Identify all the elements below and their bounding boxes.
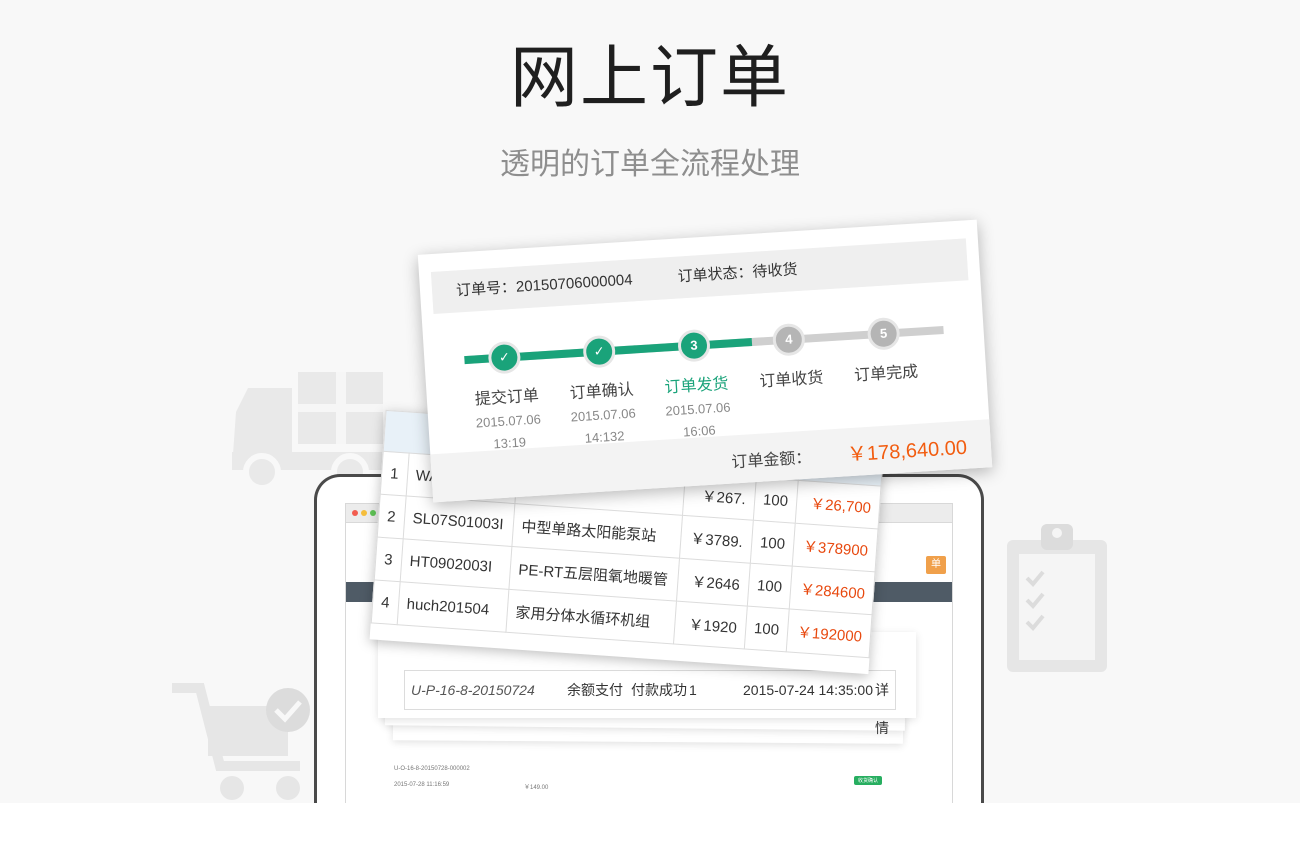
list-item-date: 2015-07-28 11:16:59 ￥149.00 xyxy=(394,782,904,791)
list-item: U-O-16-8-20150728-000002 xyxy=(394,766,904,772)
orange-action-button[interactable]: 单 xyxy=(926,556,946,574)
step-label: 订单完成 xyxy=(853,363,919,385)
step-complete: 5 订单完成 xyxy=(833,315,937,387)
hero-section: 网上订单 透明的订单全流程处理 单 U-O-16-8-20150728-0000… xyxy=(0,0,1300,803)
row-subtotal: ￥284600 xyxy=(789,566,876,615)
step-ship: 3 订单发货 2015.07.06 16:06 xyxy=(643,327,750,443)
row-qty: 100 xyxy=(746,563,793,609)
check-icon: ✓ xyxy=(487,340,522,375)
order-code: U-P-16-8-20150724 xyxy=(411,682,535,698)
order-price: ￥149.00 xyxy=(524,785,549,791)
row-index: 2 xyxy=(377,494,406,539)
step-label: 订单发货 xyxy=(664,375,730,397)
row-qty: 100 xyxy=(749,520,796,567)
check-icon: ✓ xyxy=(582,334,617,369)
row-index: 3 xyxy=(374,537,403,582)
row-subtotal: ￥192000 xyxy=(786,608,873,658)
row-qty: 100 xyxy=(743,606,790,652)
payment-status: 付款成功 xyxy=(631,682,687,698)
row-code: SL07S01003I xyxy=(402,495,515,547)
order-code: U-O-16-8-20150728-000002 xyxy=(394,766,470,772)
row-subtotal: ￥378900 xyxy=(792,523,879,572)
detail-link[interactable]: 详情 xyxy=(875,671,895,747)
order-number: 订单号：20150706000004 xyxy=(455,271,634,300)
step-date: 2015.07.06 xyxy=(665,399,731,419)
step-number-5: 5 xyxy=(866,316,901,351)
amount-label: 订单金额： xyxy=(730,449,812,472)
step-label: 订单确认 xyxy=(569,381,635,403)
order-info-bar: 订单号：20150706000004 订单状态：待收货 xyxy=(430,238,969,314)
row-price: ￥2646 xyxy=(676,558,750,607)
step-date: 2015.07.06 xyxy=(570,405,637,425)
confirm-receipt-button[interactable]: 收货确认 xyxy=(854,776,883,785)
row-price: ￥1920 xyxy=(673,601,747,649)
step-number-4: 4 xyxy=(771,322,806,357)
order-count: 1 xyxy=(689,682,697,698)
clipboard-icon xyxy=(1007,524,1107,672)
step-date: 2015.07.06 xyxy=(475,411,542,431)
step-submit: ✓ 提交订单 2015.07.06 13:19 xyxy=(453,338,560,454)
step-label: 提交订单 xyxy=(474,387,540,409)
row-index: 1 xyxy=(380,451,409,496)
step-label: 订单收货 xyxy=(758,369,824,391)
row-qty: 100 xyxy=(752,477,799,524)
order-time: 2015-07-24 14:35:00 xyxy=(743,682,873,698)
amount-value: ￥178,640.00 xyxy=(846,436,968,467)
order-status-card: 订单号：20150706000004 订单状态：待收货 ✓ 提交订单 2015.… xyxy=(417,219,993,503)
step-confirm: ✓ 订单确认 2015.07.06 14:132 xyxy=(548,333,655,449)
row-code: HT0902003I xyxy=(399,538,512,590)
shopping-cart-icon xyxy=(172,683,310,800)
step-number-3: 3 xyxy=(677,328,711,363)
step-receive: 4 订单收货 xyxy=(738,321,842,393)
row-subtotal: ￥26,700 xyxy=(795,480,882,529)
order-status: 订单状态：待收货 xyxy=(677,261,798,286)
row-price: ￥3789. xyxy=(679,515,753,564)
page-title: 网上订单 xyxy=(509,40,790,116)
order-date: 2015-07-28 11:16:59 xyxy=(394,782,450,788)
payment-method: 余额支付 xyxy=(567,682,623,698)
row-code: huch201504 xyxy=(396,581,509,633)
row-index: 4 xyxy=(371,579,400,625)
page-subtitle: 透明的订单全流程处理 xyxy=(500,148,800,181)
